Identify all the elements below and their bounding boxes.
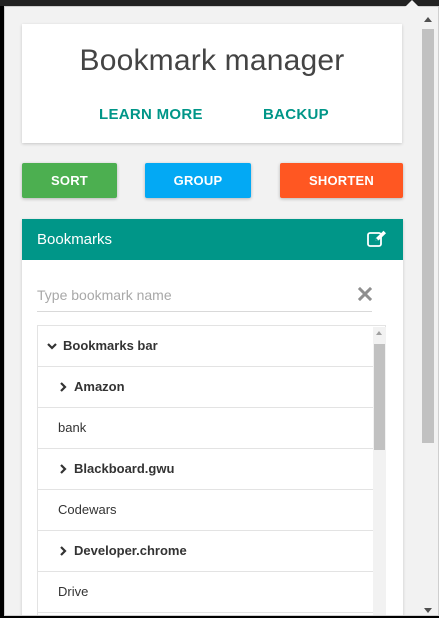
shorten-button[interactable]: SHORTEN [280, 163, 403, 198]
edit-icon[interactable] [367, 230, 387, 248]
bookmark-label: bank [58, 420, 87, 435]
scroll-thumb[interactable] [422, 29, 434, 443]
bookmark-folder-row[interactable]: Developer.chrome [38, 531, 385, 572]
extension-popup: Bookmark manager LEARN MORE BACKUP SORT … [4, 6, 439, 616]
scroll-down-arrow-icon[interactable] [424, 608, 432, 613]
bookmark-folder-row[interactable]: Bookmarks bar [38, 326, 385, 367]
bookmarks-panel: Bookmarks Bookmarks bar Amazon bank Blackbo… [22, 219, 403, 615]
scroll-up-arrow-icon[interactable] [376, 331, 382, 335]
bookmark-link-row[interactable]: Codewars [38, 490, 385, 531]
bookmark-label: Blackboard.gwu [74, 461, 175, 476]
bookmark-label: Codewars [58, 502, 117, 517]
bookmark-folder-row[interactable]: Amazon [38, 367, 385, 408]
chevron-right-icon[interactable] [58, 546, 68, 556]
scroll-thumb[interactable] [374, 344, 385, 450]
search-input[interactable] [37, 287, 337, 303]
chevron-down-icon[interactable] [47, 341, 57, 351]
bookmark-label: Developer.chrome [74, 543, 187, 558]
bookmark-link-row[interactable]: bank [38, 408, 385, 449]
close-icon[interactable] [358, 287, 372, 301]
bookmark-label: Amazon [74, 379, 125, 394]
panel-title: Bookmarks [37, 231, 113, 248]
bookmark-link-row[interactable]: Drive [38, 572, 385, 613]
learn-more-link[interactable]: LEARN MORE [99, 106, 203, 123]
chevron-right-icon[interactable] [58, 382, 68, 392]
bookmark-list: Bookmarks bar Amazon bank Blackboard.gwu Cod… [37, 325, 386, 615]
search-field [37, 285, 372, 312]
panel-header: Bookmarks [22, 219, 403, 260]
chevron-right-icon[interactable] [58, 464, 68, 474]
sort-button[interactable]: SORT [22, 163, 117, 198]
header-card: Bookmark manager LEARN MORE BACKUP [22, 24, 402, 143]
group-button[interactable]: GROUP [145, 163, 251, 198]
popup-scrollbar[interactable] [419, 13, 437, 615]
backup-link[interactable]: BACKUP [263, 106, 329, 123]
bookmark-folder-row[interactable]: Blackboard.gwu [38, 449, 385, 490]
bookmark-list-scrollbar[interactable] [373, 327, 386, 615]
bookmark-label: Drive [58, 584, 89, 599]
bookmark-label: Bookmarks bar [63, 338, 158, 353]
popup-notch [405, 0, 419, 7]
scroll-up-arrow-icon[interactable] [424, 17, 432, 22]
page-title: Bookmark manager [79, 44, 345, 77]
